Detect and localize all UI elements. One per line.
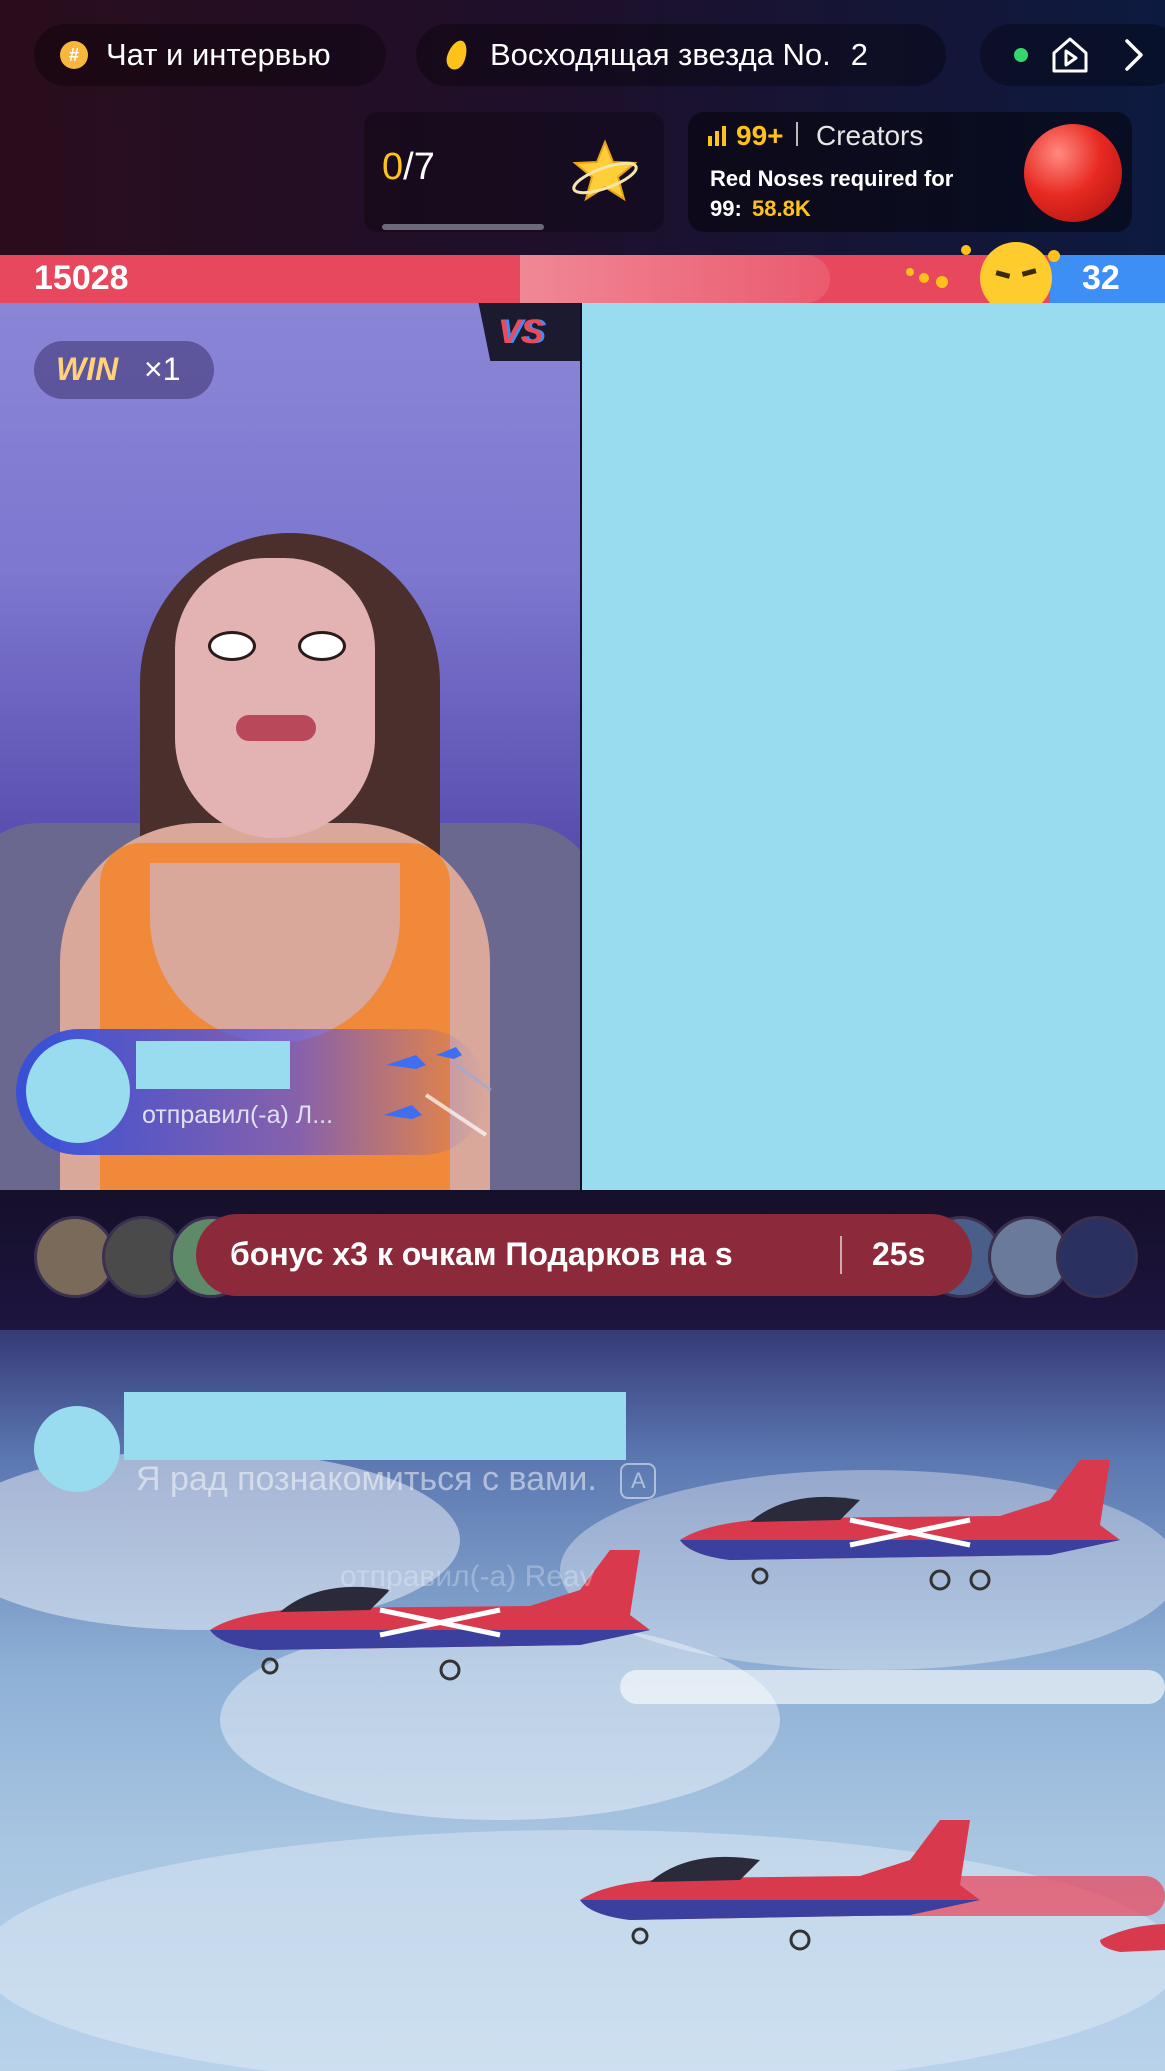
home-play-icon[interactable]	[1048, 33, 1092, 77]
creators-requirement: Red Noses required for	[710, 166, 954, 191]
vs-label: VS	[498, 313, 544, 351]
chat-message-text: Я рад познакомиться с вами.	[136, 1460, 597, 1498]
online-dot-icon	[1014, 48, 1028, 62]
ranking-chip-number: 2	[850, 37, 869, 72]
ranking-chip[interactable]: Восходящая звезда No. 2	[416, 24, 946, 86]
host-lips	[236, 715, 316, 741]
battle-bar-shine	[520, 255, 830, 303]
goal-card[interactable]: 0/7	[364, 112, 664, 232]
goal-progress-track	[382, 224, 544, 230]
creators-label: Creators	[816, 120, 924, 151]
viewer-avatar[interactable]	[1056, 1216, 1138, 1298]
jet-2	[680, 1460, 1120, 1591]
gift-notification: отправил(-а) Л...	[16, 1029, 492, 1155]
jets-animation	[210, 1460, 1165, 1952]
host-eye-left	[208, 631, 256, 661]
bonus-banner[interactable]: бонус x3 к очкам Подарков на s 25s	[196, 1214, 972, 1296]
sender-name-redacted	[136, 1041, 290, 1089]
right-team-bar: 32	[1050, 255, 1165, 303]
battle-emoji-icon	[906, 242, 1060, 308]
jet-3	[580, 1820, 980, 1951]
chat-message: Я рад познакомиться с вами. A	[136, 1460, 657, 1500]
gift-notification-text: отправил(-а) Л...	[142, 1101, 334, 1129]
bonus-timer: 25s	[872, 1236, 926, 1272]
goal-counter: 0/7	[382, 146, 435, 189]
red-nose-gift-icon	[1024, 124, 1122, 222]
divider	[840, 1236, 842, 1274]
faded-gift-message: отправил(-а) Reav	[340, 1560, 595, 1593]
win-badge: WIN ×1	[34, 341, 214, 399]
creators-threshold-label: 99:	[710, 196, 742, 221]
ranking-bars-icon	[708, 126, 726, 146]
host-face	[175, 558, 375, 838]
right-team-score: 32	[1082, 259, 1120, 297]
opponent-video-redacted[interactable]	[582, 303, 1165, 1190]
top-header: # Чат и интервью Восходящая звезда No. 2…	[0, 0, 1165, 255]
star-icon	[572, 139, 638, 202]
live-actions	[980, 24, 1165, 86]
chat-username-redacted	[124, 1392, 626, 1460]
bonus-text: бонус x3 к очкам Подарков на s	[230, 1236, 733, 1272]
flame-icon	[443, 37, 471, 73]
creators-threshold-value: 58.8K	[752, 196, 811, 221]
goal-progress: 0	[382, 146, 404, 188]
creators-ranking-card[interactable]: 99+ Creators Red Noses required for 99: …	[688, 112, 1132, 232]
jet-4	[1100, 1924, 1165, 1952]
jets-gift-icon	[384, 1047, 492, 1137]
host-eye-right	[298, 631, 346, 661]
hashtag-icon: #	[60, 41, 88, 69]
chevron-right-icon[interactable]	[1122, 37, 1146, 73]
creators-rank: 99+	[736, 120, 784, 151]
left-team-score: 15028	[34, 259, 129, 297]
category-chip-label: Чат и интервью	[106, 37, 331, 72]
win-label: WIN	[56, 351, 119, 387]
translate-icon[interactable]: A	[620, 1463, 657, 1500]
win-count: ×1	[144, 351, 181, 387]
chat-avatar[interactable]	[34, 1406, 120, 1492]
goal-total: /7	[403, 146, 435, 188]
host-video[interactable]: WIN ×1 отправил(-а) Л...	[0, 303, 580, 1190]
ranking-chip-label: Восходящая звезда No.	[490, 37, 831, 72]
category-chip[interactable]: # Чат и интервью	[34, 24, 386, 86]
sender-avatar[interactable]	[26, 1039, 130, 1143]
divider	[796, 122, 798, 146]
